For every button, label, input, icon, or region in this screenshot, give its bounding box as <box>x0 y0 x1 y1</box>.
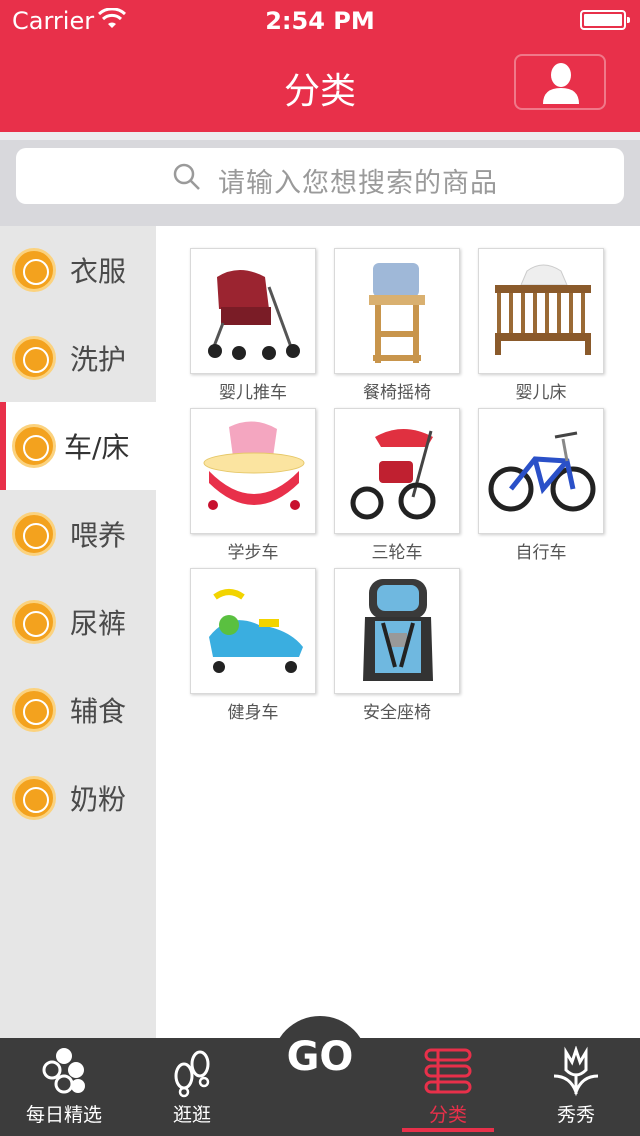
baby-walker-image <box>190 408 316 534</box>
search-icon <box>173 163 200 190</box>
product-swing-car[interactable]: 健身车 <box>190 568 316 723</box>
product-high-chair[interactable]: 餐椅摇椅 <box>334 248 460 403</box>
status-bar: Carrier 2:54 PM <box>0 0 640 40</box>
status-time: 2:54 PM <box>265 7 375 35</box>
category-sidebar: 衣服 洗护 车/床 喂养 尿裤 辅食 奶粉 <box>0 226 156 1056</box>
footprints-icon <box>174 1050 210 1098</box>
sidebar-item-formula[interactable]: 奶粉 <box>0 754 156 842</box>
clothes-icon <box>12 248 56 292</box>
sidebar-item-label: 辅食 <box>70 695 127 728</box>
milk-bottle-icon <box>12 776 56 820</box>
stroller-image <box>190 248 316 374</box>
sidebar-item-label: 奶粉 <box>70 783 127 816</box>
product-baby-walker[interactable]: 学步车 <box>190 408 316 563</box>
search-area: 请输入您想搜索的商品 <box>0 132 640 226</box>
sidebar-item-bath[interactable]: 洗护 <box>0 314 156 402</box>
sidebar-item-label: 喂养 <box>70 519 127 552</box>
sidebar-item-clothes[interactable]: 衣服 <box>0 226 156 314</box>
product-label: 安全座椅 <box>363 703 431 723</box>
product-label: 三轮车 <box>371 543 423 563</box>
feeding-icon <box>12 512 56 556</box>
product-bicycle[interactable]: 自行车 <box>478 408 604 563</box>
high-chair-image <box>334 248 460 374</box>
tab-label: 分类 <box>428 1104 467 1126</box>
car-seat-image <box>334 568 460 694</box>
bath-icon <box>12 336 56 380</box>
tab-daily-picks[interactable]: 每日精选 <box>0 1038 128 1136</box>
sidebar-item-diaper[interactable]: 尿裤 <box>0 578 156 666</box>
sidebar-item-baby-food[interactable]: 辅食 <box>0 666 156 754</box>
tulip-icon <box>553 1046 599 1097</box>
list-icon <box>424 1048 472 1094</box>
tab-show[interactable]: 秀秀 <box>512 1038 640 1136</box>
sidebar-item-label: 洗护 <box>70 343 127 376</box>
product-label: 学步车 <box>227 543 279 563</box>
sidebar-item-stroller-bed[interactable]: 车/床 <box>0 402 156 490</box>
search-placeholder: 请输入您想搜索的商品 <box>218 168 498 199</box>
sidebar-item-label: 衣服 <box>70 255 127 288</box>
crib-image <box>478 248 604 374</box>
sidebar-item-label: 车/床 <box>64 431 130 464</box>
bicycle-image <box>478 408 604 534</box>
product-label: 婴儿床 <box>515 383 567 403</box>
sidebar-item-feeding[interactable]: 喂养 <box>0 490 156 578</box>
product-label: 餐椅摇椅 <box>363 383 431 403</box>
product-stroller[interactable]: 婴儿推车 <box>190 248 316 403</box>
go-label: GO <box>286 1034 354 1080</box>
product-label: 自行车 <box>515 543 567 563</box>
go-button[interactable]: GO <box>272 1016 368 1136</box>
header: Carrier 2:54 PM 分类 <box>0 0 640 132</box>
tab-category[interactable]: 分类 <box>384 1038 512 1136</box>
user-icon <box>543 63 579 104</box>
circles-icon <box>42 1048 85 1094</box>
baby-food-icon <box>12 688 56 732</box>
tricycle-image <box>334 408 460 534</box>
user-profile-button[interactable] <box>514 54 606 110</box>
product-label: 健身车 <box>227 703 279 723</box>
tab-label: 逛逛 <box>172 1104 211 1126</box>
tab-label: 每日精选 <box>25 1104 102 1126</box>
swing-car-image <box>190 568 316 694</box>
battery-icon <box>580 10 630 30</box>
stroller-icon <box>12 424 56 468</box>
search-input[interactable]: 请输入您想搜索的商品 <box>16 148 624 204</box>
product-car-seat[interactable]: 安全座椅 <box>334 568 460 723</box>
tab-label: 秀秀 <box>556 1104 595 1126</box>
sidebar-item-label: 尿裤 <box>70 607 127 640</box>
product-label: 婴儿推车 <box>219 383 287 403</box>
diaper-icon <box>12 600 56 644</box>
tab-browse[interactable]: 逛逛 <box>128 1038 256 1136</box>
product-crib[interactable]: 婴儿床 <box>478 248 604 403</box>
product-tricycle[interactable]: 三轮车 <box>334 408 460 563</box>
